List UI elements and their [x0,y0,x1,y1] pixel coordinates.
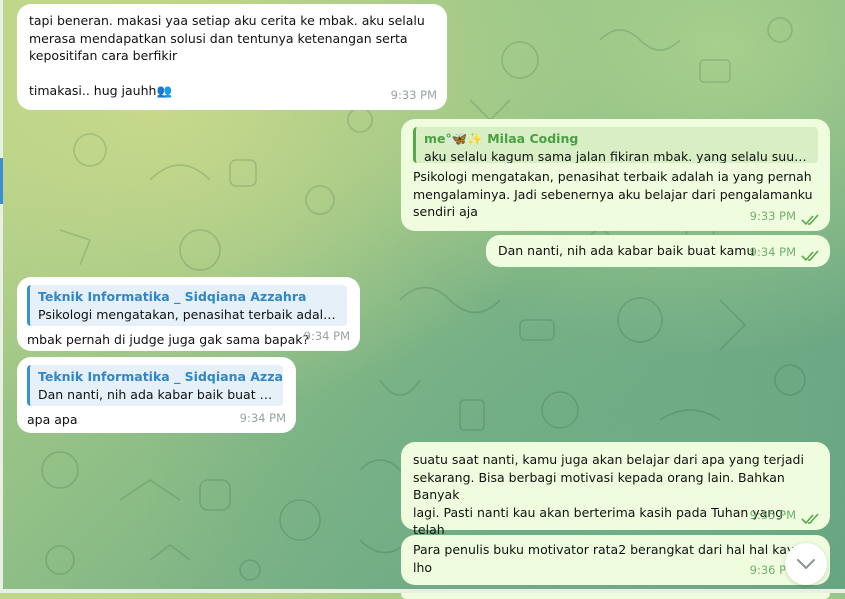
reply-snippet: aku selalu kagum sama jalan fikiran mbak… [424,148,810,164]
incoming-message[interactable]: Teknik Informatika _ Sidqiana Azzahra Da… [17,357,296,433]
message-text: mbak pernah di judge juga gak sama bapak… [27,332,310,347]
message-body: tapi beneran. makasi yaa setiap aku ceri… [29,13,425,98]
message-time: 9:34 PM [749,244,796,259]
outgoing-message[interactable]: me°🦋✨ Milaa Coding aku selalu kagum sama… [401,119,830,231]
reply-quote[interactable]: me°🦋✨ Milaa Coding aku selalu kagum sama… [413,127,818,163]
chevron-down-icon [797,559,815,569]
reply-author-name: Teknik Informatika _ Sidqiana Azzahra [38,369,283,384]
reply-quote[interactable]: Teknik Informatika _ Sidqiana Azzahra Ps… [27,285,347,326]
left-panel-accent [0,158,3,204]
message-time: 9:33 PM [749,208,796,223]
reply-snippet: Dan nanti, nih ada kabar baik buat ka... [38,386,275,402]
bottom-edge [0,589,845,593]
outgoing-message[interactable]: suatu saat nanti, kamu juga akan belajar… [401,442,830,555]
scroll-to-bottom-button[interactable] [785,543,827,585]
reply-author-name: Teknik Informatika _ Sidqiana Azzahra [38,289,307,304]
message-time: 9:33 PM [390,87,437,102]
outgoing-message[interactable]: Para penulis buku motivator rata2 berang… [401,535,830,585]
double-check-icon [801,214,819,226]
incoming-message[interactable]: Teknik Informatika _ Sidqiana Azzahra Ps… [17,277,360,351]
double-check-icon [801,513,819,525]
people-emoji-icon: 👥 [156,83,173,98]
left-panel-edge [0,0,3,593]
outgoing-message[interactable]: Dan nanti, nih ada kabar baik buat kamu … [486,235,830,267]
incoming-message[interactable]: tapi beneran. makasi yaa setiap aku ceri… [17,4,447,110]
reply-snippet: Psikologi mengatakan, penasihat terbaik … [38,306,339,322]
message-time: 9:34 PM [303,328,350,343]
message-time: 9:34 PM [239,410,286,425]
reply-quote[interactable]: Teknik Informatika _ Sidqiana Azzahra Da… [27,365,283,406]
reply-author-name: me°🦋✨ Milaa Coding [424,131,579,146]
message-text: tapi beneran. makasi yaa setiap aku ceri… [29,12,435,100]
message-time: 9:35 PM [749,507,796,522]
double-check-icon [801,250,819,262]
